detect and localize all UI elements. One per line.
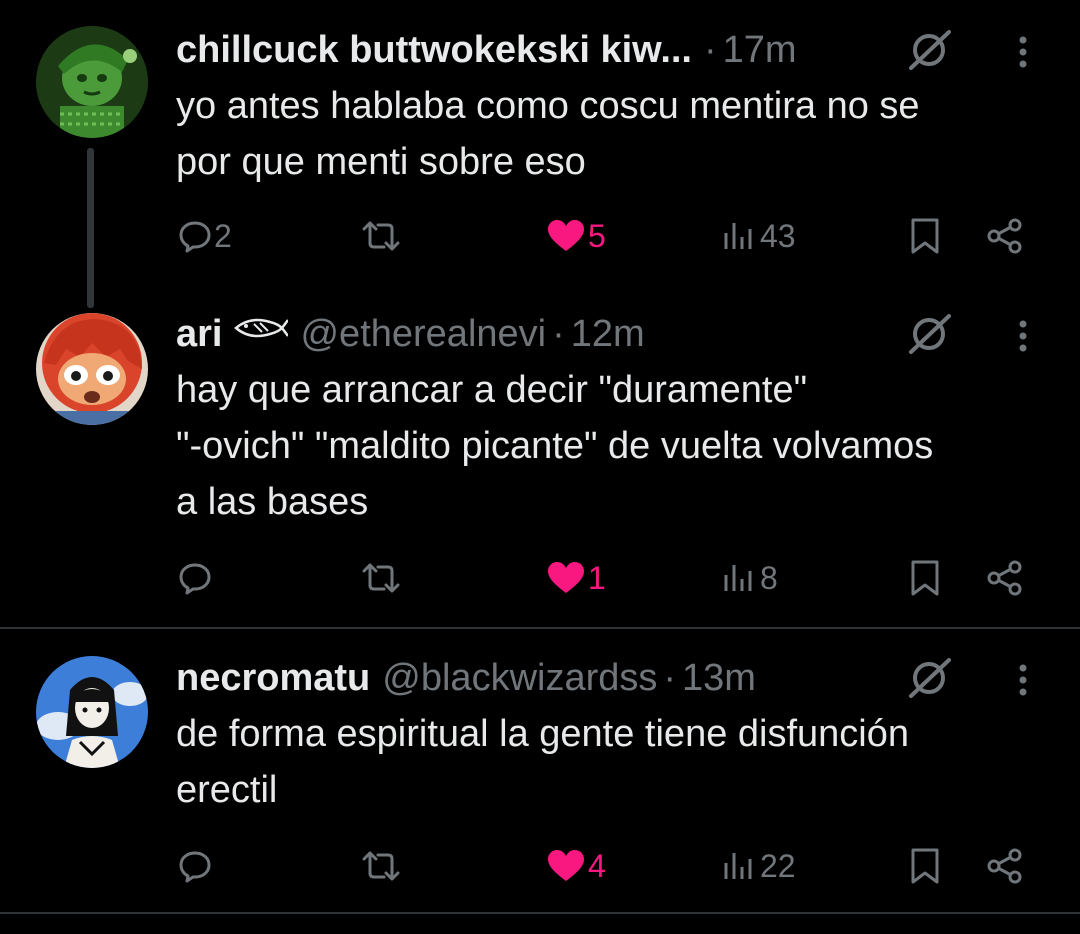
divider: [0, 627, 1080, 629]
repost-button[interactable]: [358, 842, 404, 890]
share-button[interactable]: [986, 842, 1024, 890]
avatar[interactable]: [36, 26, 148, 138]
display-name[interactable]: necromatu: [176, 654, 370, 702]
avatar-image: [36, 26, 148, 138]
views-icon: [724, 565, 752, 591]
avatar[interactable]: [36, 656, 148, 768]
heart-icon: [548, 220, 584, 251]
handle[interactable]: @etherealnevi: [300, 310, 546, 358]
tweet-text: yo antes hablaba como coscu mentira no s…: [176, 78, 1056, 190]
reply-icon: [179, 563, 211, 595]
reply-button[interactable]: 2: [178, 212, 232, 260]
heart-icon: [548, 850, 584, 881]
reply-icon: [179, 221, 211, 253]
bookmark-button[interactable]: [908, 842, 942, 890]
bookmark-icon: [911, 560, 939, 596]
separator-dot: ·: [704, 29, 717, 71]
repost-icon: [362, 221, 400, 251]
fish-emoji-icon: [232, 304, 290, 352]
repost-icon: [362, 851, 400, 881]
views-button[interactable]: 22: [722, 842, 796, 890]
tweet-header: chillcuck buttwokekski kiw... · 17m: [176, 26, 797, 74]
share-button[interactable]: [986, 554, 1024, 602]
timestamp[interactable]: 12m: [571, 310, 645, 358]
tweet-text-line: "-ovich" "maldito picante" de vuelta vol…: [176, 425, 934, 467]
like-button[interactable]: 1: [546, 554, 606, 602]
views-icon: [724, 223, 752, 249]
share-icon: [987, 848, 1022, 884]
tweet-header: necromatu @blackwizardss · 13m: [176, 654, 756, 702]
share-icon: [987, 560, 1022, 596]
reply-thread: chillcuck buttwokekski kiw... · 17m yo a…: [0, 0, 1080, 934]
grok-icon[interactable]: [905, 30, 953, 70]
tweet-text-line: a las bases: [176, 481, 369, 523]
display-name[interactable]: ari: [176, 310, 222, 358]
divider: [0, 912, 1080, 914]
grok-icon[interactable]: [905, 314, 953, 354]
share-icon: [987, 218, 1022, 254]
repost-button[interactable]: [358, 554, 404, 602]
like-count: 4: [588, 847, 606, 884]
more-icon[interactable]: [1008, 660, 1038, 700]
avatar-image: [36, 656, 148, 768]
reply-icon: [179, 851, 211, 883]
tweet-text-line: hay que arrancar a decir "duramente": [176, 369, 808, 411]
bookmark-button[interactable]: [908, 554, 942, 602]
tweet-text-line: yo antes hablaba como coscu mentira no s…: [176, 85, 920, 127]
views-count: 43: [760, 217, 796, 254]
views-count: 8: [760, 559, 778, 596]
action-bar: 4 22: [0, 842, 1080, 890]
handle[interactable]: @blackwizardss: [382, 654, 657, 702]
repost-button[interactable]: [358, 212, 404, 260]
like-count: 5: [588, 217, 606, 254]
reply-count: 2: [214, 217, 232, 254]
more-icon[interactable]: [1008, 32, 1038, 72]
bookmark-button[interactable]: [908, 212, 942, 260]
tweet-text-line: de forma espiritual la gente tiene disfu…: [176, 713, 910, 755]
timestamp[interactable]: 13m: [682, 654, 756, 702]
tweet-text: hay que arrancar a decir "duramente" "-o…: [176, 362, 1056, 530]
separator-dot: ·: [663, 657, 677, 699]
display-name[interactable]: chillcuck buttwokekski kiw...: [176, 26, 692, 74]
action-bar: 2 5 43: [0, 212, 1080, 260]
more-icon[interactable]: [1008, 316, 1038, 356]
avatar[interactable]: [36, 313, 148, 425]
views-button[interactable]: 43: [722, 212, 796, 260]
heart-icon: [548, 562, 584, 593]
action-bar: 1 8: [0, 554, 1080, 602]
like-button[interactable]: 5: [546, 212, 606, 260]
tweet-header: ari @etherealnevi · 12m: [176, 310, 645, 358]
avatar-image: [36, 313, 148, 425]
like-count: 1: [588, 559, 606, 596]
repost-icon: [362, 563, 400, 593]
reply-button[interactable]: [178, 842, 214, 890]
tweet-text-line: erectil: [176, 769, 278, 811]
grok-icon[interactable]: [905, 658, 953, 698]
reply-button[interactable]: [178, 554, 214, 602]
bookmark-icon: [911, 848, 939, 884]
tweet-text: de forma espiritual la gente tiene disfu…: [176, 706, 1056, 818]
views-icon: [724, 853, 752, 879]
bookmark-icon: [911, 218, 939, 254]
views-button[interactable]: 8: [722, 554, 778, 602]
views-count: 22: [760, 847, 796, 884]
timestamp[interactable]: 17m: [723, 26, 797, 74]
share-button[interactable]: [986, 212, 1024, 260]
like-button[interactable]: 4: [546, 842, 606, 890]
tweet-text-line: por que menti sobre eso: [176, 141, 586, 183]
separator-dot: ·: [552, 313, 565, 355]
